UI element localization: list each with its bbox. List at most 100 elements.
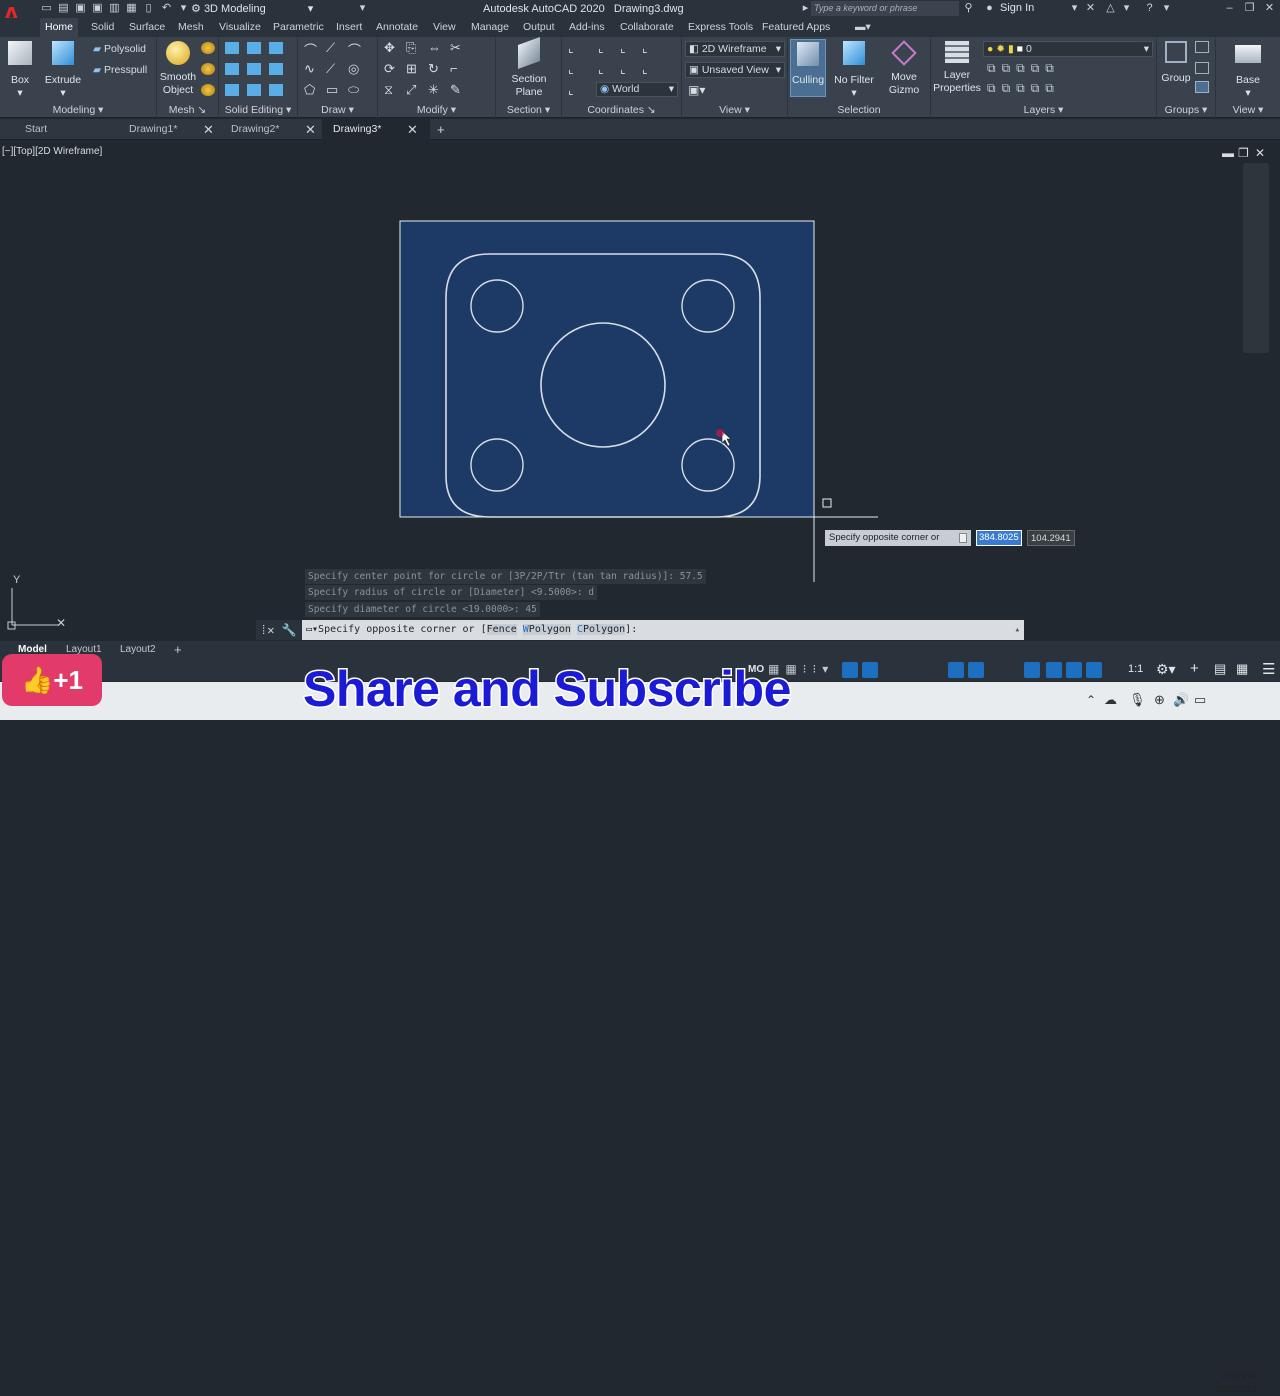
intersect-icon[interactable] — [269, 42, 283, 54]
polar-icon[interactable] — [862, 662, 878, 678]
polysolid-button[interactable]: ▰ Polysolid — [93, 43, 146, 55]
tab-home[interactable]: Home — [40, 18, 79, 37]
interfere-icon[interactable] — [225, 84, 239, 96]
tab-collaborate[interactable]: Collaborate — [615, 18, 679, 37]
tab-insert[interactable]: Insert — [331, 18, 367, 37]
ucs-icon[interactable]: ⌞ — [568, 41, 574, 55]
move-icon[interactable]: ✥ — [384, 40, 395, 56]
tab-parametric[interactable]: Parametric — [268, 18, 329, 37]
tab-surface[interactable]: Surface — [124, 18, 170, 37]
sign-in-link[interactable]: Sign In — [1000, 2, 1034, 14]
a360-dropdown-icon[interactable]: ▾ — [1120, 2, 1133, 15]
fillet-edge-icon[interactable] — [247, 84, 261, 96]
recent-commands-icon[interactable]: ▭▾ — [306, 624, 318, 635]
help-icon[interactable]: ? — [1143, 2, 1156, 15]
trim-icon[interactable]: ✂ — [450, 40, 461, 56]
gizmo-toggle-icon[interactable] — [1086, 662, 1102, 678]
thicken-icon[interactable] — [247, 63, 261, 75]
slice-icon[interactable] — [225, 63, 239, 75]
open-file-icon[interactable]: ▤ — [57, 2, 70, 15]
save-icon[interactable]: ▣ — [74, 2, 87, 15]
cloud-icon[interactable]: ☁ — [1104, 692, 1117, 708]
panel-title-groups[interactable]: Groups ▾ — [1157, 104, 1215, 116]
save-as-icon[interactable]: ▣ — [91, 2, 104, 15]
option-cpolygon[interactable]: CPolygon — [576, 624, 626, 635]
tab-view[interactable]: View — [428, 18, 461, 37]
tab-manage[interactable]: Manage — [466, 18, 514, 37]
array-icon[interactable]: ⊞ — [406, 61, 417, 77]
command-line[interactable]: ⁞✕ 🔧 ▭▾Specify opposite corner or [Fence… — [256, 620, 1024, 640]
panel-title-solid-editing[interactable]: Solid Editing ▾ — [219, 104, 297, 116]
spline-icon[interactable]: ∿ — [304, 61, 315, 77]
new-tab-icon[interactable]: + — [437, 119, 445, 140]
named-view-dropdown[interactable]: ▣ Unsaved View ▾ — [685, 62, 785, 78]
dynamic-input-y[interactable]: 104.2941 — [1027, 530, 1075, 546]
network-icon[interactable]: ⊕ — [1154, 692, 1165, 708]
restore-icon[interactable]: ❐ — [1243, 2, 1256, 15]
panel-title-view-2[interactable]: View ▾ — [1216, 104, 1280, 116]
binoculars-icon[interactable]: ⚲ — [962, 2, 975, 15]
command-history-toggle-icon[interactable]: ▴ — [1015, 620, 1020, 640]
extrude-button[interactable]: Extrude ▾ — [42, 41, 84, 100]
close-drawing1-icon[interactable]: ✕ — [203, 119, 214, 140]
undo-icon[interactable]: ↶ — [160, 2, 173, 15]
close-icon[interactable]: ✕ — [1263, 2, 1276, 15]
option-wpolygon[interactable]: WPolygon — [522, 624, 571, 635]
copy-icon[interactable]: ⎘ — [406, 40, 416, 56]
scale-icon[interactable]: ⤢ — [406, 82, 416, 98]
microphone-icon[interactable]: 🎙 — [1129, 692, 1146, 708]
tab-solid[interactable]: Solid — [86, 18, 119, 37]
option-fence[interactable]: Fence — [486, 624, 517, 635]
ortho-icon[interactable] — [842, 662, 858, 678]
panel-title-section[interactable]: Section ▾ — [496, 104, 561, 116]
layer-tools-row1-icon[interactable]: ⧉⧉⧉⧉⧉ — [987, 61, 1060, 76]
rectangle-icon[interactable]: ▭ — [326, 82, 338, 98]
tab-featured-apps[interactable]: Featured Apps — [757, 18, 835, 37]
import-icon[interactable]: ▯ — [142, 2, 155, 15]
explode-icon[interactable]: ✳ — [428, 82, 439, 98]
system-clock[interactable]: 7:06 PM 4/30/2023 — [1214, 1370, 1256, 1396]
selection-cycling-icon[interactable] — [1024, 662, 1040, 678]
ucs-named-icon[interactable]: ⌞ — [568, 83, 574, 97]
rotate-icon[interactable]: ⟳ — [384, 61, 395, 77]
battery-icon[interactable]: ▭ — [1194, 692, 1206, 708]
mirror-icon[interactable]: ⧖ — [384, 82, 393, 98]
new-file-icon[interactable]: ▭ — [40, 2, 53, 15]
smooth-less-icon[interactable] — [201, 63, 215, 75]
dynamic-input-x[interactable]: 384.8025 — [976, 530, 1022, 546]
layer-dropdown[interactable]: ● ✹ ▮ ■ 0 ▾ — [983, 41, 1153, 57]
tab-add-ins[interactable]: Add-ins — [564, 18, 610, 37]
refine-mesh-icon[interactable] — [201, 84, 215, 96]
customize-toolbar-icon[interactable]: ▾ — [356, 2, 369, 15]
ucs-3point-icon[interactable]: ⌞ — [642, 41, 648, 55]
polyline-icon[interactable]: ⌒ — [304, 40, 317, 59]
viewport-restore-icon[interactable]: ❐ — [1238, 146, 1249, 160]
move-gizmo-button[interactable]: Move Gizmo — [884, 40, 924, 97]
auto-scale-icon[interactable] — [1066, 662, 1082, 678]
close-command-line-icon[interactable]: ✕ — [267, 623, 274, 637]
osnap-icon[interactable] — [948, 662, 964, 678]
circle-icon[interactable]: ◎ — [348, 61, 359, 77]
panel-title-mesh[interactable]: Mesh ↘ — [157, 104, 218, 116]
viewport-close-icon[interactable]: ✕ — [1255, 146, 1265, 160]
smooth-more-icon[interactable] — [201, 42, 215, 54]
ucs-face-icon[interactable]: ⌞ — [568, 62, 574, 76]
shell-icon[interactable] — [269, 84, 283, 96]
store-icon[interactable]: ✕ — [1084, 2, 1097, 15]
arc-icon[interactable]: ⌒ — [348, 40, 361, 59]
plot-icon[interactable]: ▥ — [108, 2, 121, 15]
workspace-gear-icon[interactable]: ⚙▾ — [1156, 661, 1176, 678]
user-icon[interactable]: ● — [983, 2, 996, 15]
ungroup-icon[interactable] — [1195, 41, 1209, 53]
panel-title-layers[interactable]: Layers ▾ — [931, 104, 1156, 116]
customize-wrench-icon[interactable]: 🔧 — [282, 623, 297, 637]
layer-properties-button[interactable]: Layer Properties — [933, 41, 981, 95]
print-icon[interactable]: ▦ — [125, 2, 138, 15]
group-selection-icon[interactable] — [1195, 81, 1209, 93]
offset-icon[interactable]: ↻ — [428, 61, 439, 77]
panel-title-modeling[interactable]: Modeling ▾ — [0, 104, 156, 116]
prompt-options-icon[interactable] — [959, 533, 967, 543]
undo-dropdown-icon[interactable]: ▾ — [177, 2, 190, 15]
add-layout-icon[interactable]: + — [166, 641, 190, 659]
navigation-bar[interactable] — [1243, 163, 1269, 353]
